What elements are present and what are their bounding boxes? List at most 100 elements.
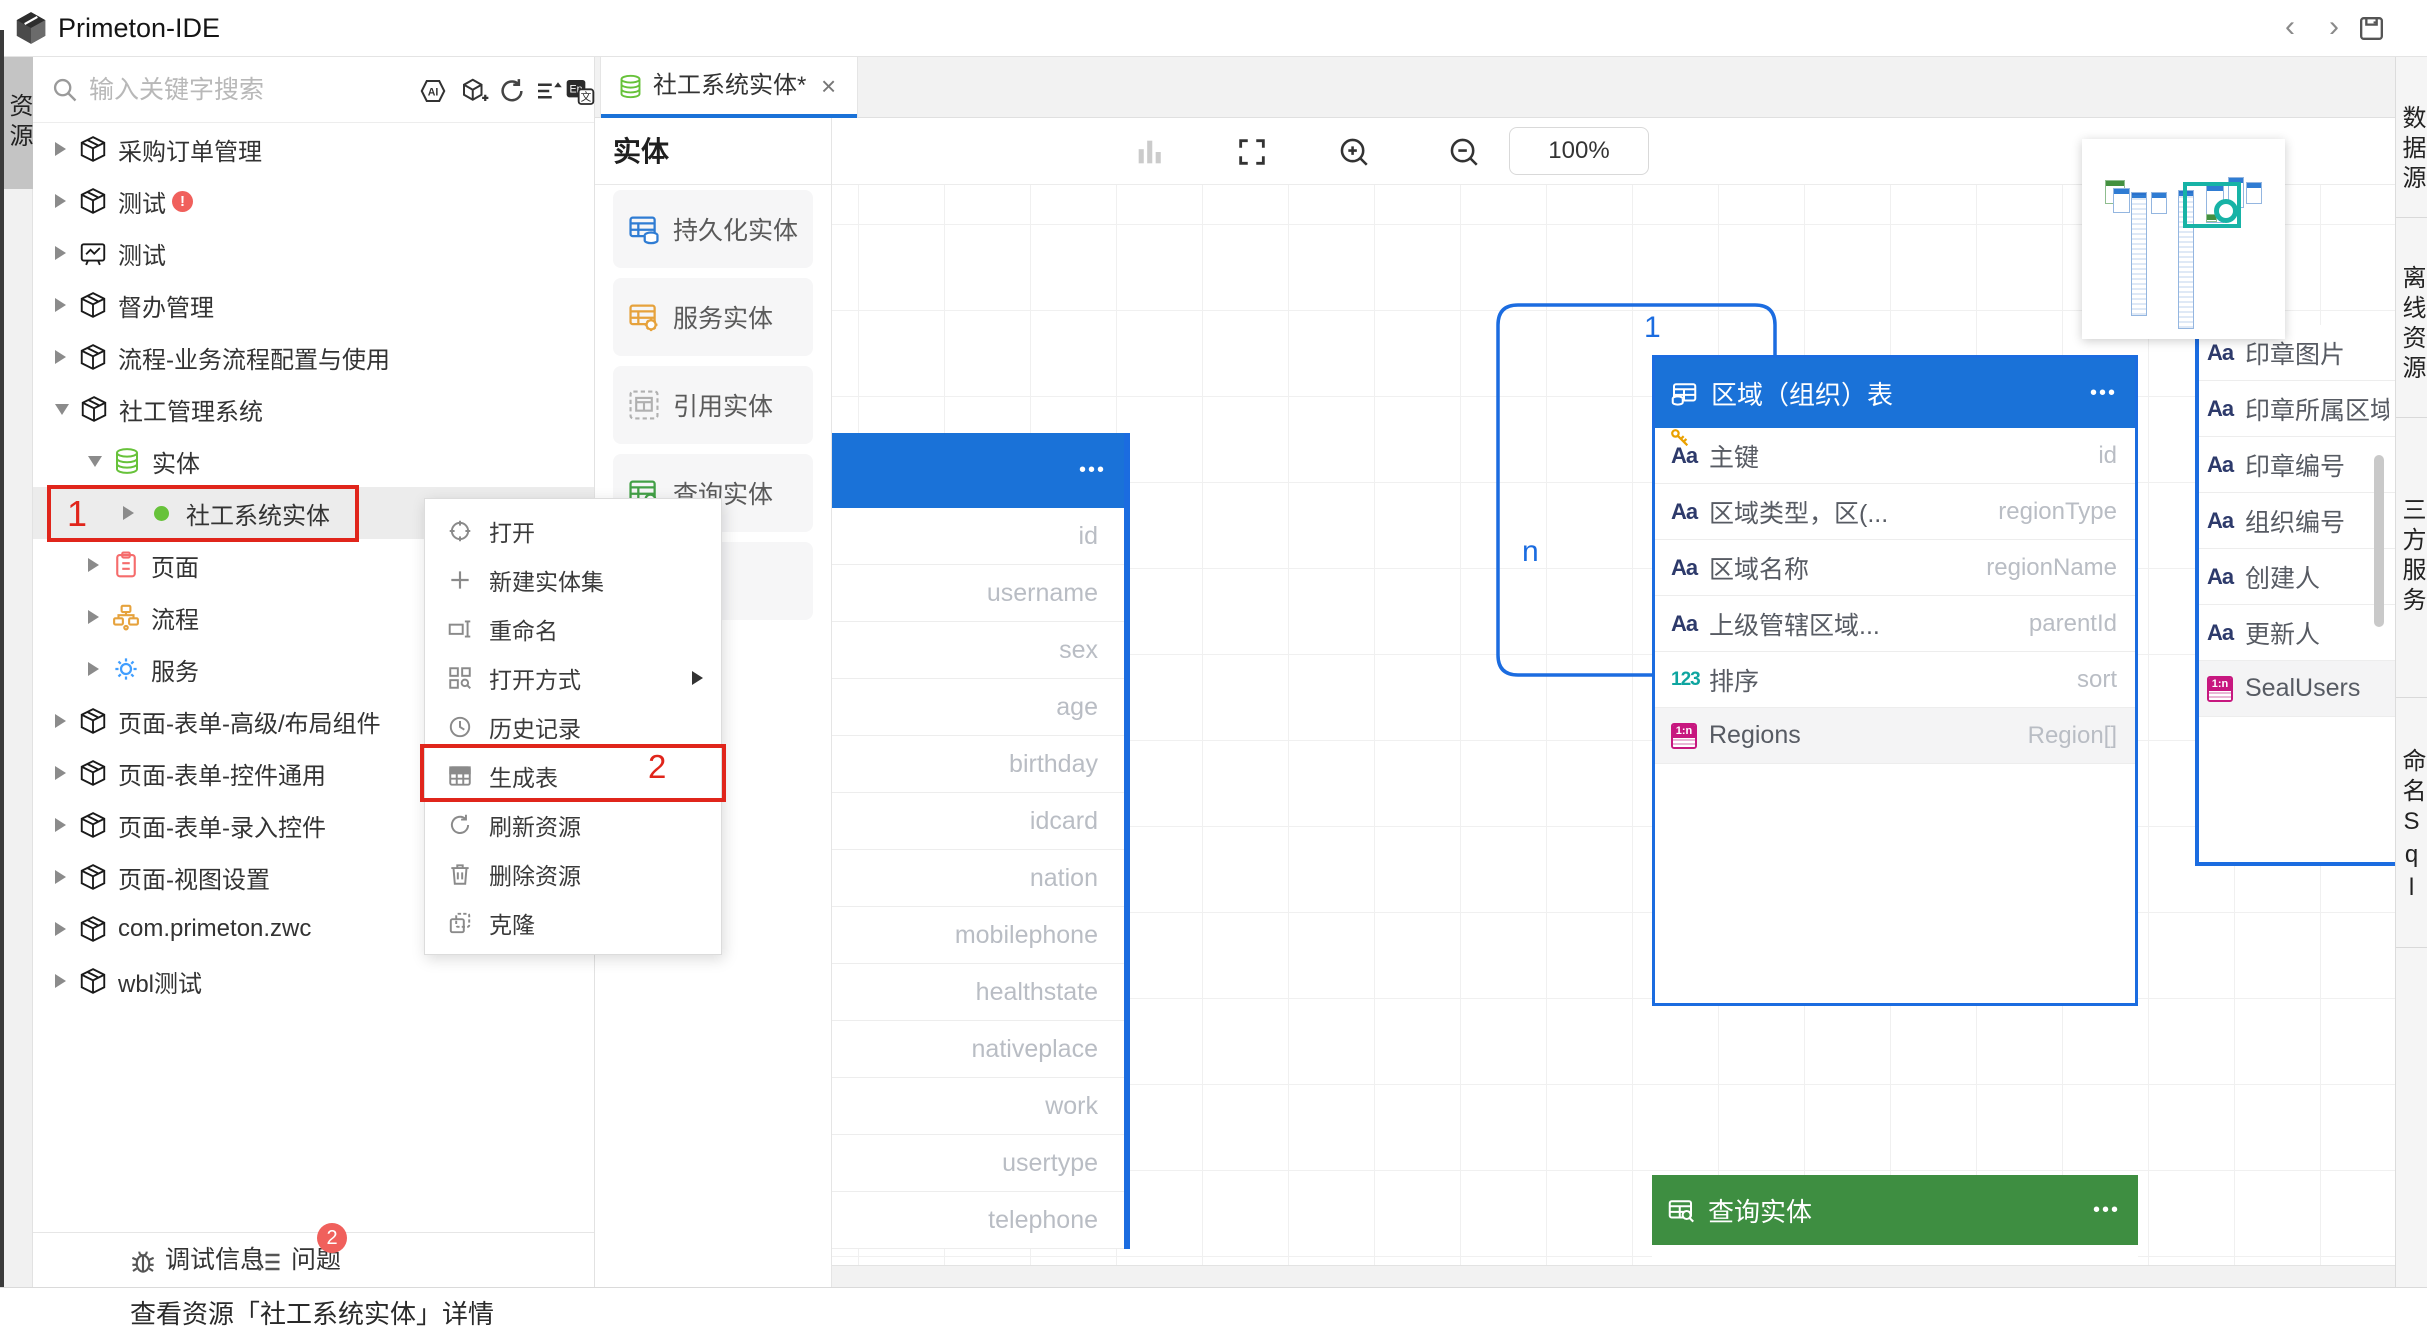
query-entity-header[interactable]: 查询实体 •••	[1652, 1175, 2138, 1245]
entity-canvas[interactable]: 1 n ••• id username sex age birthday idc…	[832, 185, 2395, 1265]
chevron-right-icon[interactable]	[55, 194, 66, 208]
chevron-down-icon[interactable]	[88, 456, 102, 467]
canvas-horizontal-scrollbar-track[interactable]	[832, 1265, 2395, 1287]
user-entity-header[interactable]: •••	[832, 433, 1124, 508]
ai-assistant-icon[interactable]: AI	[418, 76, 448, 106]
search-bar[interactable]: 输入关键字搜索 AI En文	[33, 57, 594, 123]
field-row[interactable]: Aa 组织编号	[2199, 493, 2395, 549]
field-row[interactable]: mobilephone	[832, 907, 1124, 964]
palette-header: 实体	[595, 118, 831, 185]
user-entity-table[interactable]: ••• id username sex age birthday idcard …	[832, 433, 1130, 1249]
field-row[interactable]: username	[832, 565, 1124, 622]
tree-item-test-pkg[interactable]: 测试 !	[33, 175, 594, 227]
menu-item-refresh-resource[interactable]: 刷新资源	[425, 800, 721, 849]
palette-item-service-entity[interactable]: 服务实体	[613, 278, 813, 356]
new-package-icon[interactable]	[459, 76, 489, 106]
rail-tab-third-party-services[interactable]: 三方服务	[2396, 442, 2427, 672]
problems-list-icon[interactable]	[255, 1248, 283, 1276]
refresh-icon[interactable]	[497, 76, 527, 106]
primeton-ide-window: Primeton-IDE ‹ › 资源 输入关键字搜索 AI	[0, 0, 2427, 1339]
field-row[interactable]: age	[832, 679, 1124, 736]
chevron-right-icon[interactable]	[55, 246, 66, 260]
translate-icon[interactable]: En文	[564, 76, 596, 108]
field-row[interactable]: nativeplace	[832, 1021, 1124, 1078]
minimap-table	[2131, 192, 2147, 316]
search-input[interactable]: 输入关键字搜索	[89, 57, 264, 123]
field-row[interactable]: id	[832, 508, 1124, 565]
chevron-right-icon[interactable]	[55, 818, 66, 832]
field-row[interactable]: healthstate	[832, 964, 1124, 1021]
chevron-right-icon[interactable]	[88, 558, 99, 572]
sort-filter-icon[interactable]	[533, 76, 563, 106]
rail-tab-named-sql[interactable]: 命名Sql	[2396, 722, 2427, 932]
field-row[interactable]: nation	[832, 850, 1124, 907]
seal-entity-table[interactable]: Aa 印章图片 Aa 印章所属区域 Aa 印章编号 Aa 组织编号 Aa 创	[2195, 325, 2395, 866]
debug-bug-icon[interactable]	[128, 1246, 158, 1276]
chevron-right-icon[interactable]	[55, 922, 66, 936]
field-row[interactable]: sex	[832, 622, 1124, 679]
zoom-in-icon[interactable]	[1337, 135, 1371, 169]
field-row[interactable]: Aa 创建人	[2199, 549, 2395, 605]
palette-item-persistent-entity[interactable]: 持久化实体	[613, 190, 813, 268]
menu-item-delete-resource[interactable]: 删除资源	[425, 849, 721, 898]
open-crosshair-icon	[447, 518, 473, 544]
field-row[interactable]: telephone	[832, 1192, 1124, 1249]
chevron-right-icon[interactable]	[55, 870, 66, 884]
tree-item-entities-folder[interactable]: 实体	[33, 435, 594, 487]
nav-forward-icon[interactable]: ›	[2316, 10, 2352, 46]
field-row[interactable]: idcard	[832, 793, 1124, 850]
chevron-right-icon[interactable]	[55, 298, 66, 312]
chevron-right-icon[interactable]	[55, 766, 66, 780]
fit-screen-icon[interactable]	[1235, 135, 1269, 169]
field-row-relation[interactable]: 1:n Regions Region[]	[1655, 708, 2135, 764]
zoom-level-button[interactable]: 100%	[1509, 127, 1649, 175]
tree-item-social-work-system[interactable]: 社工管理系统	[33, 383, 594, 435]
nav-back-icon[interactable]: ‹	[2272, 10, 2308, 46]
text-type-icon: Aa	[2207, 452, 2233, 478]
field-row[interactable]: Aa 更新人	[2199, 605, 2395, 661]
menu-item-rename[interactable]: 重命名	[425, 604, 721, 653]
more-icon[interactable]: •••	[2090, 358, 2117, 428]
chevron-right-icon[interactable]	[88, 610, 99, 624]
query-entity-table[interactable]: 查询实体 •••	[1652, 1175, 2138, 1265]
field-row[interactable]: birthday	[832, 736, 1124, 793]
rail-tab-resources[interactable]: 资源	[4, 57, 33, 189]
tree-item-test-board[interactable]: 测试	[33, 227, 594, 279]
debug-info-button[interactable]: 调试信息	[165, 1233, 265, 1288]
rail-tab-datasource[interactable]: 数据源	[2396, 87, 2427, 212]
package-icon	[78, 134, 108, 164]
field-row[interactable]: work	[832, 1078, 1124, 1135]
canvas-vertical-scrollbar[interactable]	[2374, 455, 2384, 627]
more-icon[interactable]: •••	[2093, 1175, 2120, 1245]
chevron-right-icon[interactable]	[55, 350, 66, 364]
tree-item-supervision[interactable]: 督办管理	[33, 279, 594, 331]
field-row-relation[interactable]: 1:n SealUsers	[2199, 661, 2395, 717]
package-icon	[78, 706, 108, 736]
tree-item-process-config[interactable]: 流程-业务流程配置与使用	[33, 331, 594, 383]
chevron-down-icon[interactable]	[55, 404, 69, 415]
tab-close-icon[interactable]: ×	[821, 57, 836, 115]
chevron-right-icon[interactable]	[55, 142, 66, 156]
chart-view-icon[interactable]	[1133, 135, 1167, 169]
zoom-out-icon[interactable]	[1447, 135, 1481, 169]
menu-item-clone[interactable]: 克隆	[425, 898, 721, 947]
more-icon[interactable]: •••	[1079, 433, 1106, 508]
menu-item-new-entity-set[interactable]: 新建实体集	[425, 555, 721, 604]
chevron-right-icon[interactable]	[55, 714, 66, 728]
palette-item-reference-entity[interactable]: 引用实体	[613, 366, 813, 444]
relation-connector-line[interactable]	[1432, 265, 1852, 705]
relation-cardinality-many: n	[1522, 535, 1539, 569]
chevron-right-icon[interactable]	[55, 974, 66, 988]
field-row[interactable]: Aa 印章所属区域	[2199, 381, 2395, 437]
chevron-right-icon[interactable]	[88, 662, 99, 676]
rail-tab-offline-resources[interactable]: 离线资源	[2396, 242, 2427, 407]
menu-item-open[interactable]: 打开	[425, 506, 721, 555]
tree-item-wbl-test[interactable]: wbl测试	[33, 955, 594, 1007]
field-row[interactable]: usertype	[832, 1135, 1124, 1192]
menu-item-open-with[interactable]: 打开方式	[425, 653, 721, 702]
minimap[interactable]	[2082, 139, 2285, 339]
save-icon[interactable]	[2356, 13, 2387, 44]
tree-item-purchase-order[interactable]: 采购订单管理	[33, 123, 594, 175]
field-row[interactable]: Aa 印章编号	[2199, 437, 2395, 493]
tab-social-entity[interactable]: 社工系统实体* ×	[600, 57, 858, 118]
